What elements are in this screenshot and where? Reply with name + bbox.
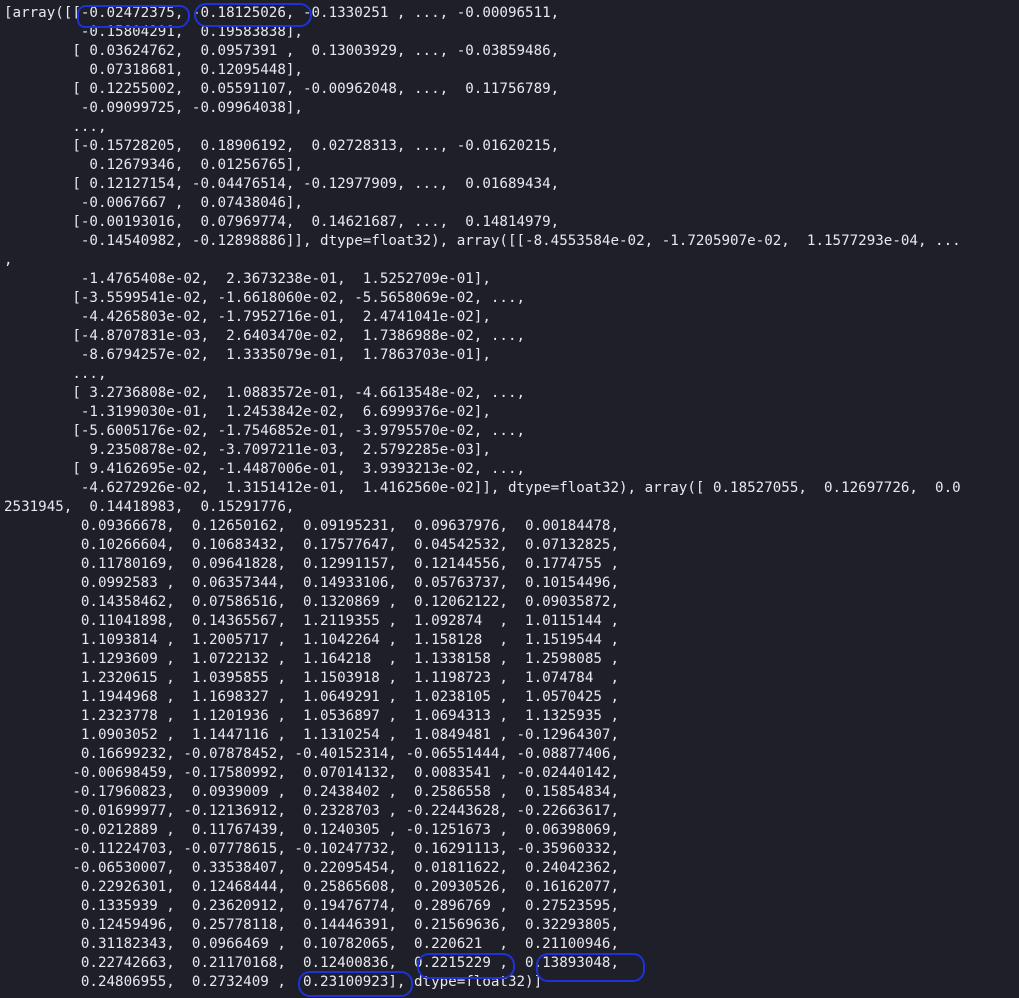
output-line: [ 9.4162695e-02, -1.4487006e-01, 3.93932… (4, 461, 526, 477)
output-line: [-0.00193016, 0.07969774, 0.14621687, ..… (4, 214, 560, 230)
output-line: [-4.8707831e-03, 2.6403470e-02, 1.738698… (4, 328, 526, 344)
output-line: [ 0.12255002, 0.05591107, -0.00962048, .… (4, 81, 560, 97)
output-line: -0.14540982, -0.12898886]], dtype=float3… (4, 233, 961, 249)
terminal-output: [array([[-0.02472375, -0.18125026, -0.13… (0, 0, 1019, 998)
output-line: -0.17960823, 0.0939009 , 0.2438402 , 0.2… (4, 784, 619, 800)
output-line: 0.1335939 , 0.23620912, 0.19476774, 0.28… (4, 898, 619, 914)
output-line: [-3.5599541e-02, -1.6618060e-02, -5.5658… (4, 290, 526, 306)
output-line: 0.11041898, 0.14365567, 1.2119355 , 1.09… (4, 613, 619, 629)
output-line: 1.0903052 , 1.1447116 , 1.1310254 , 1.08… (4, 727, 619, 743)
output-line: 1.1093814 , 1.2005717 , 1.1042264 , 1.15… (4, 632, 619, 648)
output-line: ..., (4, 366, 107, 382)
output-line: 0.31182343, 0.0966469 , 0.10782065, 0.22… (4, 936, 619, 952)
output-line: -0.09099725, -0.09964038], (4, 100, 303, 116)
output-line: -0.06530007, 0.33538407, 0.22095454, 0.0… (4, 860, 619, 876)
output-line: [ 0.03624762, 0.0957391 , 0.13003929, ..… (4, 43, 560, 59)
output-line: -0.11224703, -0.07778615, -0.10247732, 0… (4, 841, 619, 857)
output-line: 0.12459496, 0.25778118, 0.14446391, 0.21… (4, 917, 619, 933)
output-line: 0.22742663, 0.21170168, 0.12400836, 0.22… (4, 955, 619, 971)
output-line: -0.0067667 , 0.07438046], (4, 195, 303, 211)
output-line: [-0.15728205, 0.18906192, 0.02728313, ..… (4, 138, 560, 154)
output-line: 9.2350878e-02, -3.7097211e-03, 2.5792285… (4, 442, 491, 458)
output-line: -4.4265803e-02, -1.7952716e-01, 2.474104… (4, 309, 491, 325)
output-line: 0.0992583 , 0.06357344, 0.14933106, 0.05… (4, 575, 619, 591)
output-line: -0.0212889 , 0.11767439, 0.1240305 , -0.… (4, 822, 619, 838)
output-line: 1.2323778 , 1.1201936 , 1.0536897 , 1.06… (4, 708, 619, 724)
output-line: 2531945, 0.14418983, 0.15291776, (4, 499, 295, 515)
output-line: 0.10266604, 0.10683432, 0.17577647, 0.04… (4, 537, 619, 553)
output-line: -8.6794257e-02, 1.3335079e-01, 1.7863703… (4, 347, 491, 363)
output-line: 0.14358462, 0.07586516, 0.1320869 , 0.12… (4, 594, 619, 610)
output-line: 1.2320615 , 1.0395855 , 1.1503918 , 1.11… (4, 670, 619, 686)
output-line: -1.4765408e-02, 2.3673238e-01, 1.5252709… (4, 271, 491, 287)
output-line: [array([[-0.02472375, -0.18125026, -0.13… (4, 5, 560, 21)
output-line: 0.12679346, 0.01256765], (4, 157, 303, 173)
output-line: -0.15804291, 0.19583838], (4, 24, 303, 40)
output-line: [ 3.2736808e-02, 1.0883572e-01, -4.66135… (4, 385, 526, 401)
output-line: ..., (4, 119, 107, 135)
output-line: -0.00698459, -0.17580992, 0.07014132, 0.… (4, 765, 619, 781)
output-line: -1.3199030e-01, 1.2453842e-02, 6.6999376… (4, 404, 491, 420)
output-line: [-5.6005176e-02, -1.7546852e-01, -3.9795… (4, 423, 526, 439)
output-line: [ 0.12127154, -0.04476514, -0.12977909, … (4, 176, 560, 192)
output-line: 1.1293609 , 1.0722132 , 1.164218 , 1.133… (4, 651, 619, 667)
output-line: 0.22926301, 0.12468444, 0.25865608, 0.20… (4, 879, 619, 895)
output-line: 0.16699232, -0.07878452, -0.40152314, -0… (4, 746, 619, 762)
output-line: -0.01699977, -0.12136912, 0.2328703 , -0… (4, 803, 619, 819)
output-line: 0.07318681, 0.12095448], (4, 62, 303, 78)
output-line: 0.11780169, 0.09641828, 0.12991157, 0.12… (4, 556, 619, 572)
output-line: 0.24806955, 0.2732409 , 0.23100923], dty… (4, 974, 543, 990)
output-line: , (4, 252, 13, 268)
output-line: 1.1944968 , 1.1698327 , 1.0649291 , 1.02… (4, 689, 619, 705)
output-line: 0.09366678, 0.12650162, 0.09195231, 0.09… (4, 518, 619, 534)
output-line: -4.6272926e-02, 1.3151412e-01, 1.4162560… (4, 480, 961, 496)
